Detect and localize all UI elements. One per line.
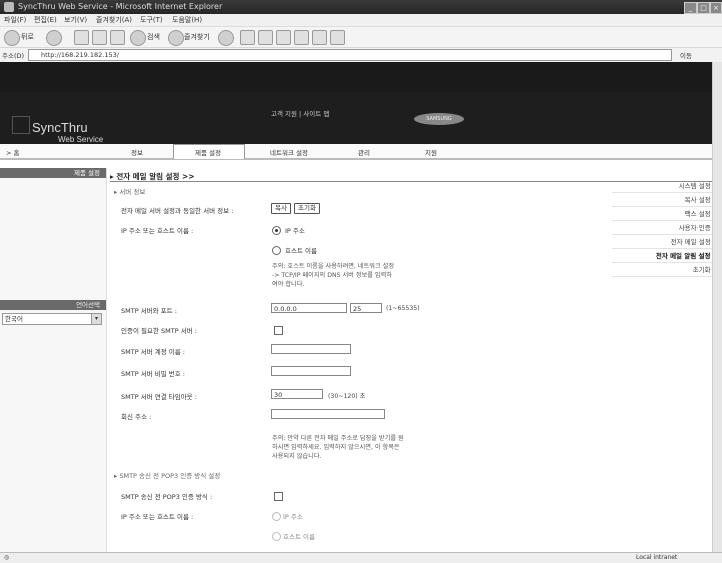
tab-network-settings[interactable]: 네트워크 설정 <box>270 147 308 157</box>
toolbar: 뒤로 검색 즐겨찾기 <box>0 27 722 48</box>
language-heading: 언어선택 <box>0 300 106 310</box>
smtp-auth-label: 인증이 필요한 SMTP 서버 : <box>121 327 197 335</box>
refresh-icon[interactable] <box>92 30 107 45</box>
reset-button[interactable]: 초기화 <box>294 203 320 214</box>
tab-support[interactable]: 지원 <box>425 147 437 157</box>
timeout-input[interactable]: 30 <box>271 389 323 399</box>
sidebar-item-email[interactable]: 전자 메일 설정 ▸ <box>612 236 722 249</box>
pop3-auth-label: SMTP 송신 전 POP3 인증 방식 : <box>121 493 213 501</box>
sidebar-item-fax[interactable]: 팩스 설정 ▸ <box>612 208 722 221</box>
research-icon[interactable] <box>330 30 345 45</box>
reply-label: 회신 주소 : <box>121 413 152 421</box>
smtp-port-input[interactable]: 25 <box>350 303 382 313</box>
smtp-account-label: SMTP 서버 계정 이름 : <box>121 348 185 356</box>
back-label[interactable]: 뒤로 <box>21 32 34 42</box>
search-icon[interactable] <box>130 30 146 46</box>
address-bar: 주소(D) http://168.219.182.153/ 이동 <box>0 48 722 63</box>
pop3-radio-ip-label: IP 주소 <box>283 513 303 521</box>
smtp-server-input[interactable]: 0.0.0.0 <box>271 303 347 313</box>
nav-home[interactable]: > 홈 <box>6 147 20 157</box>
menu-favorites[interactable]: 즐겨찾기(A) <box>96 15 132 25</box>
address-input[interactable]: http://168.219.182.153/ <box>28 49 672 61</box>
status-bar: ◎ Local intranet <box>0 552 722 563</box>
window-title-bar: SyncThru Web Service - Microsoft Interne… <box>0 0 722 14</box>
radio-host-label: 호스트 이름 <box>285 247 317 255</box>
menu-bar: 파일(F) 편집(E) 보기(V) 즐겨찾기(A) 도구(T) 도움말(H) <box>0 14 722 27</box>
radio-ip[interactable] <box>272 226 281 235</box>
ie-icon <box>4 2 14 12</box>
smtp-port-hint: (1~65535) <box>386 305 420 312</box>
menu-edit[interactable]: 편집(E) <box>34 15 57 25</box>
print-icon[interactable] <box>258 30 273 45</box>
history-icon[interactable] <box>218 30 234 46</box>
sidebar-item-email-alert[interactable]: 전자 메일 알림 설정 ▸ <box>612 250 722 263</box>
vertical-scrollbar[interactable] <box>712 62 722 552</box>
samsung-logo: SAMSUNG <box>414 113 464 125</box>
tab-management[interactable]: 관리 <box>358 147 370 157</box>
favorites-icon[interactable] <box>168 30 184 46</box>
section-pop3: ▸ SMTP 송신 전 POP3 인증 방식 설정 <box>114 472 221 480</box>
forward-icon[interactable] <box>46 30 62 46</box>
close-button[interactable]: × <box>710 2 722 14</box>
sidebar-item-copy[interactable]: 복사 설정 ▸ <box>612 194 722 207</box>
window-title: SyncThru Web Service - Microsoft Interne… <box>18 2 223 11</box>
status-zone: Local intranet <box>636 554 678 561</box>
header-top <box>0 62 722 92</box>
syncthru-logo-sub: Web Service <box>58 135 104 144</box>
tab-product-settings[interactable]: 제품 설정 <box>195 147 221 157</box>
sidebar-item-reset[interactable]: 초기화 ▸ <box>612 264 722 277</box>
pop3-radio-host-label: 호스트 이름 <box>283 533 315 541</box>
maximize-button[interactable]: □ <box>697 2 710 14</box>
stop-icon[interactable] <box>74 30 89 45</box>
favorites-label[interactable]: 즐겨찾기 <box>184 32 210 42</box>
pop3-ip-host-label: IP 주소 또는 호스트 이름 : <box>121 513 194 521</box>
copy-button[interactable]: 복사 <box>271 203 291 214</box>
edit-icon[interactable] <box>276 30 291 45</box>
menu-tools[interactable]: 도구(T) <box>140 15 163 25</box>
title-divider <box>110 181 722 182</box>
menu-file[interactable]: 파일(F) <box>4 15 26 25</box>
radio-ip-label: IP 주소 <box>285 227 305 235</box>
timeout-hint: (30~120) 초 <box>328 393 366 400</box>
syncthru-logo: SyncThru <box>32 120 88 135</box>
home-icon[interactable] <box>110 30 125 45</box>
smtp-account-input[interactable] <box>271 344 351 354</box>
smtp-auth-checkbox[interactable] <box>274 326 283 335</box>
section-server-info: ▸ 서버 정보 <box>114 188 146 196</box>
same-as-label: 전자 메일 서버 설정과 동일한 서버 정보 : <box>121 207 234 215</box>
discuss-icon[interactable] <box>294 30 309 45</box>
language-select[interactable]: 한국어 ▾ <box>2 313 102 325</box>
address-label: 주소(D) <box>2 52 25 60</box>
syncthru-logo-mark <box>12 116 30 134</box>
menu-view[interactable]: 보기(V) <box>64 15 87 25</box>
page-status-icon: ◎ <box>4 554 10 561</box>
minimize-button[interactable]: _ <box>684 2 697 14</box>
go-button[interactable]: 이동 <box>680 50 692 60</box>
smtp-server-label: SMTP 서버와 포트 : <box>121 307 177 315</box>
pop3-radio-host[interactable] <box>272 532 281 541</box>
header-links[interactable]: 고객 지원 | 사이트 맵 <box>271 108 329 118</box>
mail-icon[interactable] <box>240 30 255 45</box>
sidebar <box>0 168 107 562</box>
dns-note: 주의: 호스트 이름을 사용하려면, 네트워크 설정 -> TCP/IP 페이지… <box>272 263 395 288</box>
pop3-auth-checkbox[interactable] <box>274 492 283 501</box>
radio-host[interactable] <box>272 246 281 255</box>
messenger-icon[interactable] <box>312 30 327 45</box>
pop3-radio-ip[interactable] <box>272 512 281 521</box>
ip-host-label: IP 주소 또는 호스트 이름 : <box>121 227 194 235</box>
smtp-password-input[interactable] <box>271 366 351 376</box>
chevron-down-icon[interactable]: ▾ <box>91 314 101 324</box>
menu-help[interactable]: 도움말(H) <box>172 15 202 25</box>
reply-note: 주의: 만약 다른 전자 메일 주소로 답장을 받기를 원하시면 입력하세요. … <box>272 435 404 460</box>
smtp-password-label: SMTP 서버 비밀 번호 : <box>121 370 185 378</box>
header <box>0 92 722 144</box>
back-icon[interactable] <box>4 30 20 46</box>
sidebar-heading: 제품 설정 <box>0 168 106 178</box>
reply-input[interactable] <box>271 409 385 419</box>
timeout-label: SMTP 서버 연결 타임아웃 : <box>121 393 197 401</box>
search-label[interactable]: 검색 <box>147 32 160 42</box>
tab-info[interactable]: 정보 <box>131 147 143 157</box>
sidebar-item-user-auth[interactable]: 사용자 인증 ▸ <box>612 222 722 235</box>
